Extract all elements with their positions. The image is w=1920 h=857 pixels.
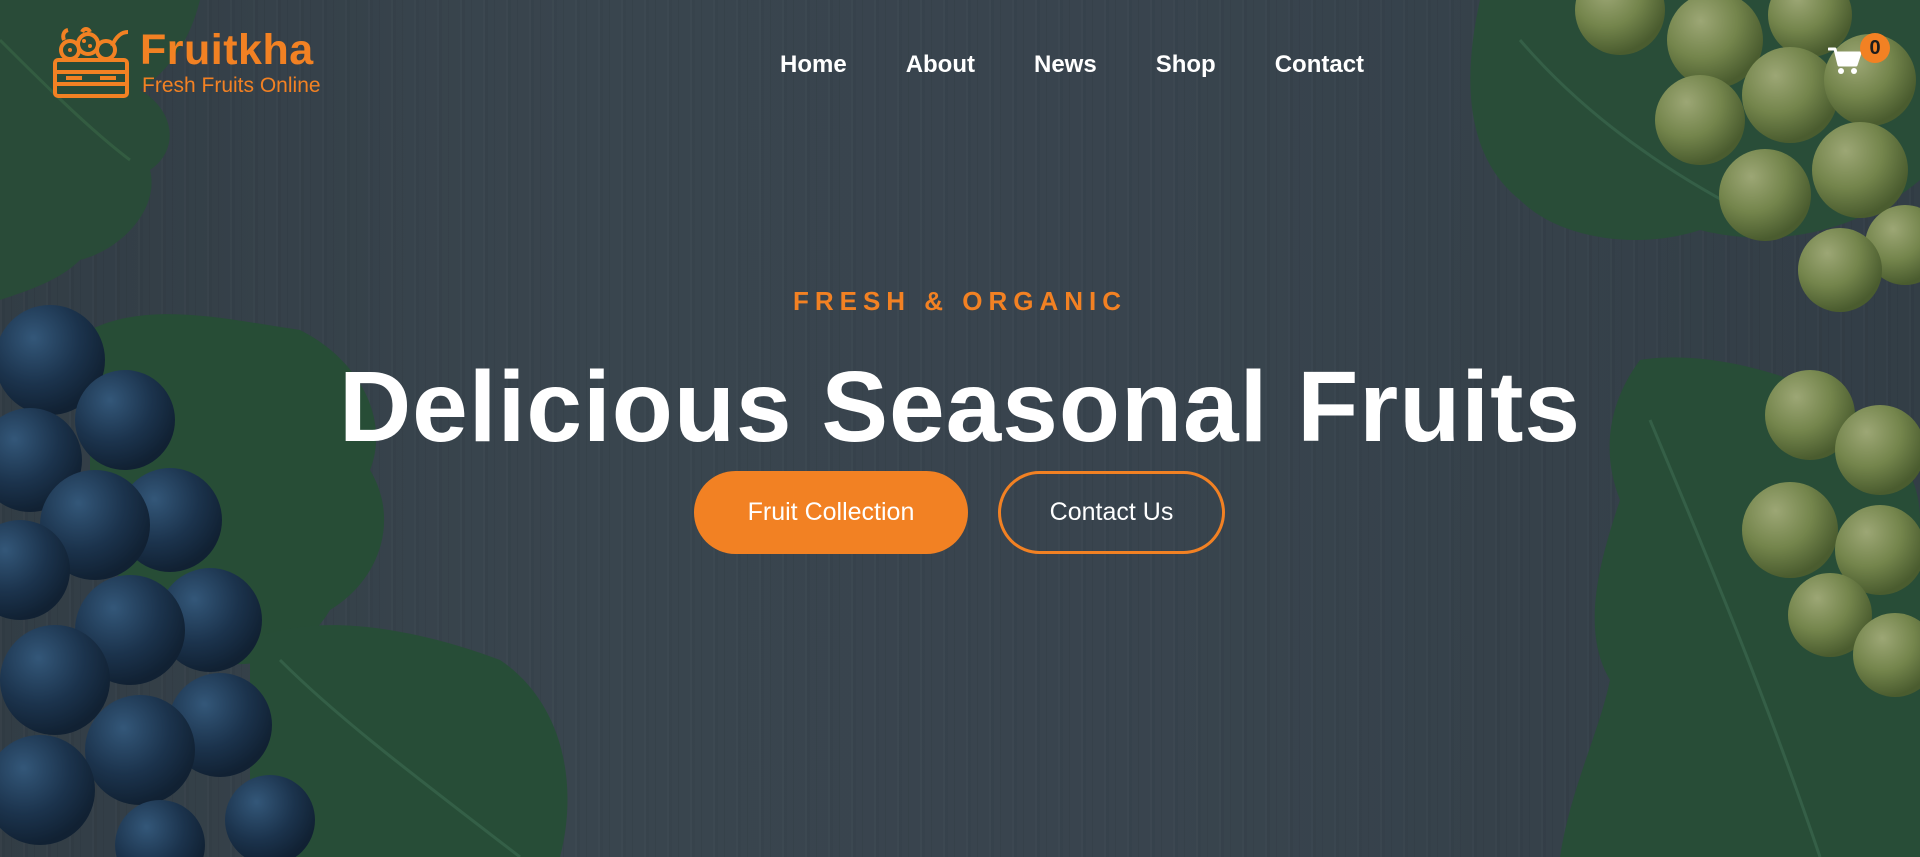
nav-item-news[interactable]: News — [1034, 49, 1097, 81]
hero-headline: Delicious Seasonal Fruits — [338, 351, 1582, 463]
main-nav: Home About News Shop Contact — [780, 49, 1423, 81]
shopping-cart-icon[interactable] — [1828, 46, 1862, 76]
brand-name: Fruitkha — [140, 26, 314, 74]
nav-item-shop[interactable]: Shop — [1156, 49, 1216, 81]
nav-item-home[interactable]: Home — [780, 49, 847, 81]
cart-count-badge: 0 — [1860, 33, 1890, 63]
brand-logo[interactable]: Fruitkha Fresh Fruits Online — [52, 26, 321, 100]
site-header: Fruitkha Fresh Fruits Online Home About … — [0, 0, 1920, 130]
nav-item-about[interactable]: About — [906, 49, 975, 81]
brand-tagline: Fresh Fruits Online — [142, 74, 321, 97]
fruit-collection-button[interactable]: Fruit Collection — [694, 471, 968, 554]
fruit-basket-icon — [53, 27, 129, 98]
nav-item-contact[interactable]: Contact — [1275, 49, 1364, 81]
hero-section: Fruitkha Fresh Fruits Online Home About … — [0, 0, 1920, 857]
hero-eyebrow: FRESH & ORGANIC — [792, 286, 1128, 316]
contact-us-button[interactable]: Contact Us — [998, 471, 1225, 554]
